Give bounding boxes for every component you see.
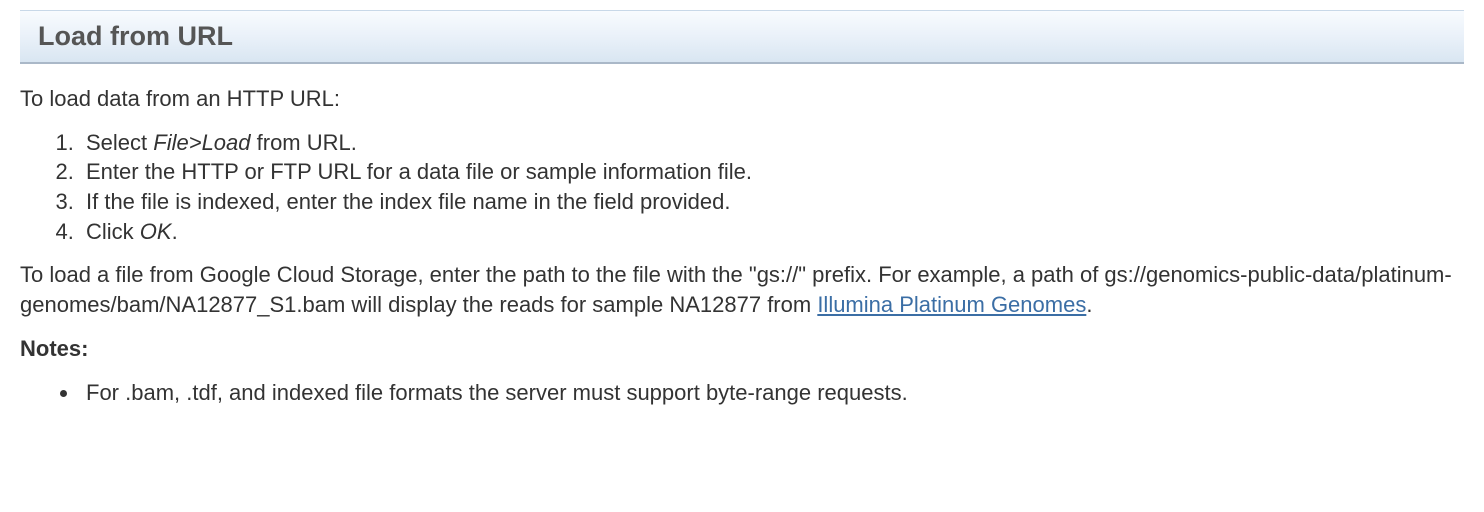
step-text-italic: OK xyxy=(140,219,172,244)
steps-list: Select File>Load from URL. Enter the HTT… xyxy=(20,128,1464,247)
note-item: For .bam, .tdf, and indexed file formats… xyxy=(80,378,1464,408)
intro-paragraph: To load data from an HTTP URL: xyxy=(20,84,1464,114)
step-item: Select File>Load from URL. xyxy=(80,128,1464,158)
step-text-prefix: If the file is indexed, enter the index … xyxy=(86,189,731,214)
notes-list: For .bam, .tdf, and indexed file formats… xyxy=(20,378,1464,408)
step-item: Click OK. xyxy=(80,217,1464,247)
step-item: If the file is indexed, enter the index … xyxy=(80,187,1464,217)
gcs-paragraph-prefix: To load a file from Google Cloud Storage… xyxy=(20,262,1452,317)
notes-heading: Notes: xyxy=(20,334,1464,364)
gcs-paragraph-suffix: . xyxy=(1086,292,1092,317)
step-item: Enter the HTTP or FTP URL for a data fil… xyxy=(80,157,1464,187)
step-text-prefix: Enter the HTTP or FTP URL for a data fil… xyxy=(86,159,752,184)
gcs-paragraph: To load a file from Google Cloud Storage… xyxy=(20,260,1464,319)
step-text-prefix: Select xyxy=(86,130,153,155)
step-text-suffix: from URL. xyxy=(251,130,357,155)
step-text-italic: File>Load xyxy=(153,130,250,155)
step-text-prefix: Click xyxy=(86,219,140,244)
section-title: Load from URL xyxy=(38,21,1446,52)
illumina-link[interactable]: Illumina Platinum Genomes xyxy=(817,292,1086,317)
document-container: Load from URL To load data from an HTTP … xyxy=(0,10,1484,437)
step-text-suffix: . xyxy=(172,219,178,244)
section-header: Load from URL xyxy=(20,10,1464,64)
